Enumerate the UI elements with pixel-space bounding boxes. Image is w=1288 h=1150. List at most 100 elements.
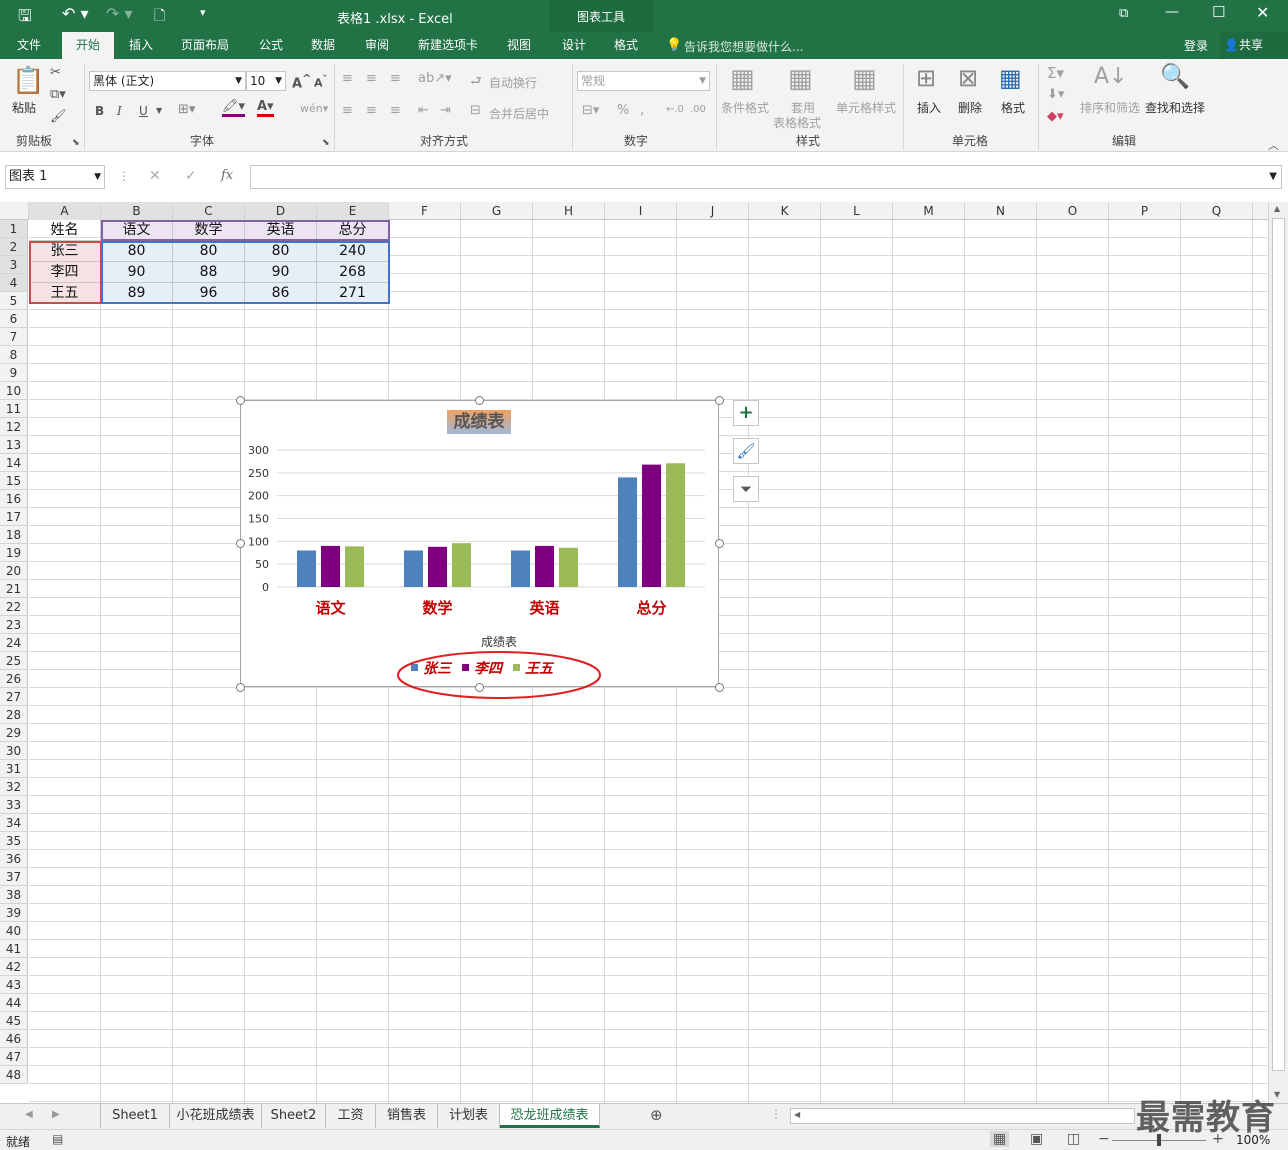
row-header-11[interactable]: 11 (0, 400, 28, 418)
maximize-button[interactable]: ☐ (1212, 3, 1225, 21)
font-size-select[interactable]: 10 ▼ (246, 71, 286, 91)
score-cell[interactable]: 89 (101, 283, 173, 304)
zoom-out-icon[interactable]: − (1098, 1131, 1110, 1147)
chart-object[interactable]: 成绩表 300 250 200 150 100 50 0 语文 数学 英语 总分 成绩表 张三 李四 王五 (240, 400, 719, 687)
tab-format[interactable]: 格式 (604, 32, 648, 59)
header-cell[interactable]: 英语 (245, 220, 317, 241)
align-bottom-icon[interactable]: ≡ (390, 71, 401, 86)
row-header-38[interactable]: 38 (0, 886, 28, 904)
column-header-L[interactable]: L (821, 202, 893, 220)
tab-splitter-icon[interactable]: ⋮ (770, 1107, 782, 1121)
chart-styles-button[interactable]: 🖌 (733, 438, 759, 464)
score-cell[interactable]: 271 (317, 283, 389, 304)
resize-handle[interactable] (236, 539, 245, 548)
bar-李四-语文[interactable] (321, 545, 340, 587)
resize-handle[interactable] (715, 539, 724, 548)
formula-input[interactable]: ▼ (250, 165, 1282, 189)
chart-filters-button[interactable]: ⏷ (733, 476, 759, 502)
tab-data[interactable]: 数据 (300, 32, 346, 59)
row-header-41[interactable]: 41 (0, 940, 28, 958)
normal-view-icon[interactable]: ▦ (990, 1131, 1010, 1147)
format-painter-icon[interactable]: 🖌 (50, 109, 67, 124)
tab-view[interactable]: 视图 (496, 32, 542, 59)
row-header-4[interactable]: 4 (0, 274, 28, 292)
tab-review[interactable]: 审阅 (354, 32, 400, 59)
name-box[interactable]: 图表 1 ▼ (5, 165, 105, 189)
score-cell[interactable]: 90 (245, 262, 317, 283)
save-icon[interactable]: 🖫 (18, 5, 32, 32)
row-header-39[interactable]: 39 (0, 904, 28, 922)
row-header-21[interactable]: 21 (0, 580, 28, 598)
tell-me-input[interactable]: 告诉我您想要做什么... (684, 38, 803, 55)
cut-icon[interactable]: ✂ (50, 65, 61, 80)
score-cell[interactable]: 80 (101, 241, 173, 262)
row-header-26[interactable]: 26 (0, 670, 28, 688)
cell-styles-button[interactable]: 单元格样式 (836, 99, 896, 116)
align-center-icon[interactable]: ≡ (366, 103, 377, 118)
prev-sheet-icon[interactable]: ◀ (25, 1109, 33, 1120)
wrap-text-icon[interactable]: ⮐ (470, 72, 482, 94)
row-header-22[interactable]: 22 (0, 598, 28, 616)
italic-button[interactable]: I (117, 104, 122, 118)
close-button[interactable]: ✕ (1256, 3, 1269, 22)
horizontal-scrollbar[interactable]: ◀ (790, 1108, 1135, 1124)
insert-cells-button[interactable]: 插入 (917, 99, 941, 116)
wrap-text-button[interactable]: 自动换行 (489, 74, 537, 91)
row-header-40[interactable]: 40 (0, 922, 28, 940)
sheet-tab-6[interactable]: 计划表 (438, 1104, 500, 1128)
delete-cells-icon[interactable]: ⊠ (958, 64, 978, 92)
cell-styles-icon[interactable]: ▦ (852, 64, 877, 94)
select-all-corner[interactable] (0, 202, 29, 220)
customize-qat-icon[interactable]: ▾ (200, 6, 206, 19)
row-header-18[interactable]: 18 (0, 526, 28, 544)
conditional-format-icon[interactable]: ▦ (730, 64, 755, 94)
format-cells-icon[interactable]: ▦ (999, 64, 1022, 92)
chevron-down-icon[interactable]: ▼ (156, 106, 162, 115)
font-launcher-icon[interactable]: ⬊ (322, 138, 330, 148)
bar-李四-数学[interactable] (428, 546, 447, 587)
macro-record-icon[interactable]: ▤ (52, 1132, 63, 1146)
merge-center-button[interactable]: 合并后居中 (489, 105, 549, 122)
score-cell[interactable]: 240 (317, 241, 389, 262)
undo-icon[interactable]: ↶ ▾ (62, 4, 89, 23)
header-cell[interactable]: 总分 (317, 220, 389, 241)
column-header-H[interactable]: H (533, 202, 605, 220)
bar-张三-总分[interactable] (618, 477, 637, 587)
sheet-tab-7[interactable]: 恐龙班成绩表 (500, 1104, 600, 1128)
next-sheet-icon[interactable]: ▶ (52, 1109, 60, 1120)
align-top-icon[interactable]: ≡ (342, 71, 353, 86)
new-file-icon[interactable]: 🗋 (154, 5, 165, 29)
tab-new-tab[interactable]: 新建选项卡 (408, 32, 488, 59)
bar-李四-总分[interactable] (642, 464, 661, 587)
column-header-A[interactable]: A (29, 202, 101, 220)
search-icon[interactable]: 🔍 (1160, 62, 1190, 90)
tab-page-layout[interactable]: 页面布局 (172, 32, 238, 59)
name-cell[interactable]: 王五 (29, 283, 101, 304)
row-header-20[interactable]: 20 (0, 562, 28, 580)
column-header-C[interactable]: C (173, 202, 245, 220)
copy-icon[interactable]: ⧉▾ (50, 87, 66, 102)
sort-filter-button[interactable]: 排序和筛选 (1080, 99, 1140, 116)
row-header-33[interactable]: 33 (0, 796, 28, 814)
column-header-I[interactable]: I (605, 202, 677, 220)
scroll-up-icon[interactable]: ▲ (1274, 204, 1280, 213)
row-header-1[interactable]: 1 (0, 220, 28, 238)
collapse-ribbon-icon[interactable]: ︿ (1268, 137, 1279, 153)
bar-张三-数学[interactable] (404, 550, 423, 587)
row-header-23[interactable]: 23 (0, 616, 28, 634)
underline-button[interactable]: U (139, 104, 148, 118)
row-header-46[interactable]: 46 (0, 1030, 28, 1048)
column-header-P[interactable]: P (1109, 202, 1181, 220)
minimize-button[interactable]: — (1165, 4, 1179, 20)
resize-handle[interactable] (475, 683, 484, 692)
autosum-icon[interactable]: Σ▾ (1047, 64, 1064, 82)
font-name-select[interactable]: 黑体 (正文) ▼ (89, 71, 246, 91)
column-header-Q[interactable]: Q (1181, 202, 1253, 220)
clear-icon[interactable]: ◆▾ (1047, 109, 1064, 124)
vertical-scrollbar[interactable]: ▲ ▼ (1268, 202, 1288, 1103)
row-header-19[interactable]: 19 (0, 544, 28, 562)
format-cells-button[interactable]: 格式 (1001, 99, 1025, 116)
score-cell[interactable]: 96 (173, 283, 245, 304)
shrink-font-icon[interactable]: Aˇ (314, 74, 327, 90)
comma-icon[interactable]: , (640, 103, 644, 118)
